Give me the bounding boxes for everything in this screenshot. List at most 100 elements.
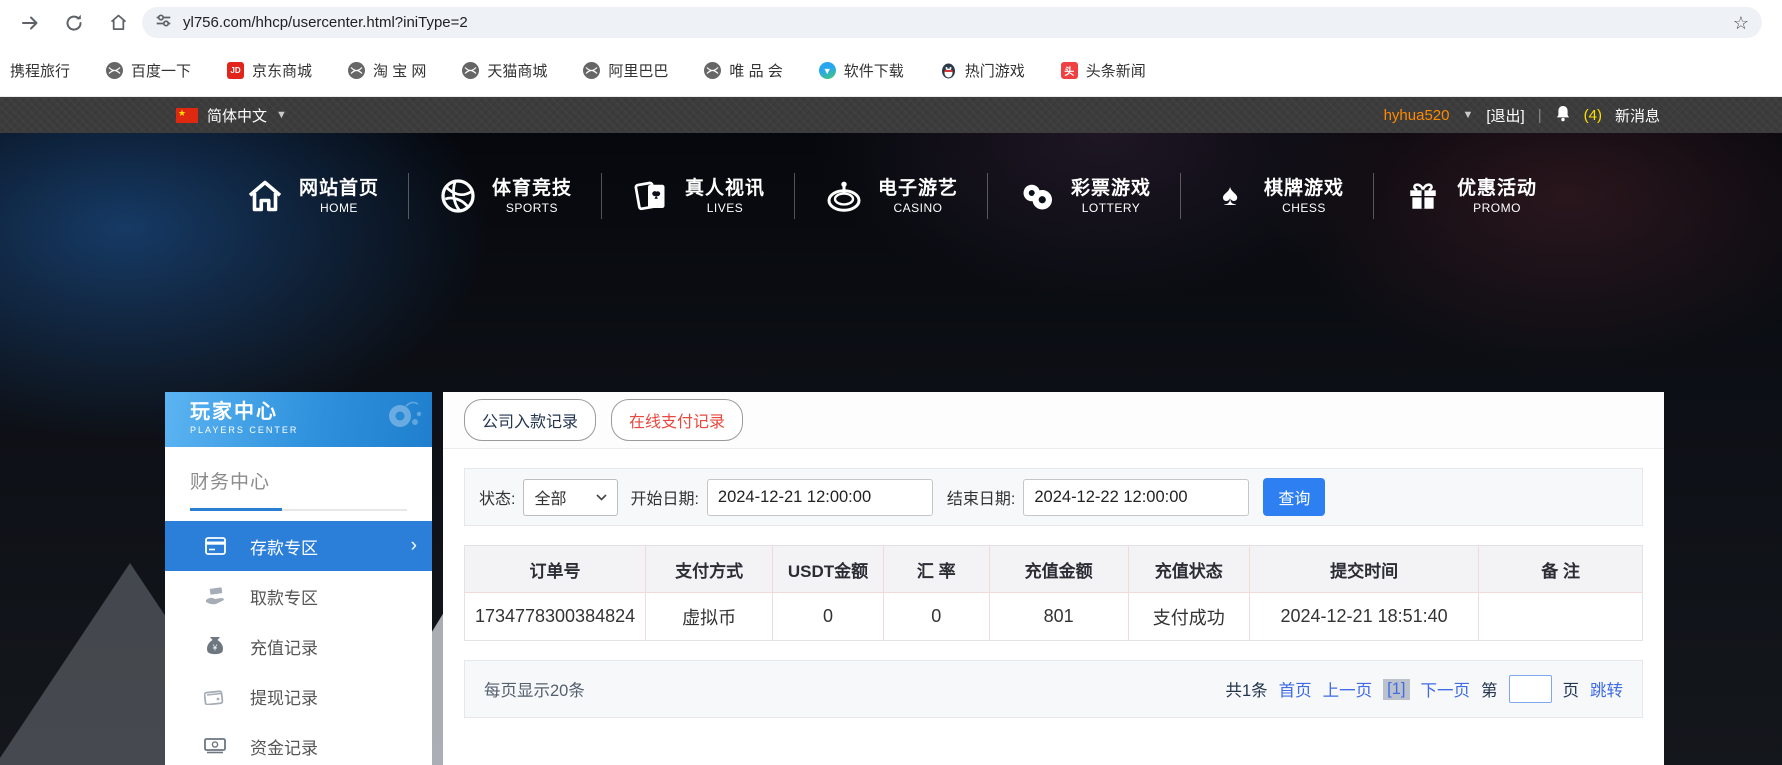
nav-label-zh: 网站首页 bbox=[298, 177, 379, 199]
china-flag-icon: ★ bbox=[176, 107, 198, 123]
col-order-no: 订单号 bbox=[529, 561, 581, 581]
bookmark-label: 百度一下 bbox=[131, 63, 192, 80]
bookmark-label: 京东商城 bbox=[252, 63, 313, 80]
col-recharge-amount: 充值金额 bbox=[988, 546, 1128, 592]
bookmark-label: 携程旅行 bbox=[10, 63, 71, 80]
message-count: (4) bbox=[1583, 106, 1602, 124]
sidebar-item-deposit[interactable]: 存款专区 › bbox=[165, 521, 432, 571]
nav-item-lives[interactable]: 真人视讯 LIVES bbox=[602, 177, 794, 216]
main-navigation: 网站首页 HOME 体育竞技 SPORTS 真人视讯 LIVES 电子游艺 CASINO… bbox=[0, 133, 1782, 259]
bookmark-item[interactable]: 热门游戏 bbox=[940, 60, 1025, 81]
bookmark-item[interactable]: 阿里巴巴 bbox=[583, 60, 668, 81]
jump-suffix: 页 bbox=[1562, 682, 1580, 700]
sidebar-item-withdraw[interactable]: 取款专区 bbox=[165, 571, 432, 621]
language-selector[interactable]: ★ 简体中文 ▼ bbox=[176, 105, 287, 126]
gift-icon bbox=[1403, 179, 1443, 213]
gamepad-icon bbox=[360, 398, 424, 447]
username[interactable]: hyhua520 bbox=[1384, 107, 1450, 124]
tab-online-payment-records[interactable]: 在线支付记录 bbox=[611, 399, 744, 441]
url-text[interactable]: yl756.com/hhcp/usercenter.html?iniType=2 bbox=[183, 14, 468, 31]
sidebar-item-funds-records[interactable]: 资金记录 bbox=[165, 721, 432, 765]
start-date-input[interactable] bbox=[706, 478, 933, 516]
bookmark-item[interactable]: 唯 品 会 bbox=[704, 60, 783, 81]
bookmark-item[interactable]: 头头条新闻 bbox=[1060, 60, 1146, 81]
nav-label-en: CASINO bbox=[893, 200, 943, 215]
bookmark-label: 唯 品 会 bbox=[729, 63, 783, 80]
bookmark-item[interactable]: 淘 宝 网 bbox=[348, 60, 426, 81]
nav-item-lottery[interactable]: 彩票游戏 LOTTERY bbox=[988, 177, 1180, 216]
bookmark-item[interactable]: 携程旅行 bbox=[10, 60, 70, 81]
bookmark-label: 头条新闻 bbox=[1085, 63, 1146, 80]
nav-item-casino[interactable]: 电子游艺 CASINO bbox=[795, 177, 987, 216]
table-row: 1734778300384824 虚拟币 0 0 801 支付成功 2024-1… bbox=[465, 592, 1642, 640]
site-settings-icon[interactable] bbox=[155, 12, 172, 34]
sidebar-section-title: 财务中心 bbox=[190, 472, 271, 493]
withdraw-hand-icon bbox=[204, 587, 226, 605]
address-bar[interactable]: yl756.com/hhcp/usercenter.html?iniType=2… bbox=[142, 7, 1762, 38]
nav-item-sports[interactable]: 体育竞技 SPORTS bbox=[409, 177, 601, 216]
end-date-input[interactable] bbox=[1023, 478, 1250, 516]
status-selected-value: 全部 bbox=[534, 491, 567, 508]
sidebar-item-label: 提现记录 bbox=[250, 688, 318, 708]
pagination-bar: 每页显示20条 共1条 首页 上一页 [1] 下一页 第 页 跳转 bbox=[464, 660, 1643, 718]
nav-item-chess[interactable]: ♠ 棋牌游戏 CHESS bbox=[1181, 177, 1373, 216]
bookmark-star-icon[interactable]: ☆ bbox=[1733, 14, 1749, 32]
language-label: 简体中文 bbox=[207, 107, 268, 125]
bell-icon[interactable] bbox=[1555, 105, 1571, 126]
nav-label-zh: 体育竞技 bbox=[491, 177, 572, 199]
nav-item-promo[interactable]: 优惠活动 PROMO bbox=[1374, 177, 1566, 216]
bookmark-item[interactable]: 百度一下 bbox=[106, 60, 191, 81]
status-select[interactable]: 全部 bbox=[523, 478, 619, 516]
first-page-link[interactable]: 首页 bbox=[1279, 677, 1312, 701]
query-button[interactable]: 查询 bbox=[1263, 478, 1326, 516]
reload-icon[interactable] bbox=[64, 13, 84, 33]
jump-prefix: 第 bbox=[1481, 682, 1498, 700]
bookmark-label: 天猫商城 bbox=[487, 63, 548, 80]
prev-page-link[interactable]: 上一页 bbox=[1323, 677, 1373, 701]
bookmark-item[interactable]: ▼ 软件下载 bbox=[818, 60, 904, 81]
sidebar-item-label: 取款专区 bbox=[250, 588, 318, 608]
bookmarks-bar: 携程旅行 百度一下 JD 京东商城 淘 宝 网 天猫商城 阿里巴巴 唯 品 会 ▼… bbox=[0, 45, 1782, 97]
records-table: 订单号 支付方式 USDT金额 汇 率 充值金额 充值状态 提交时间 备 注 1… bbox=[464, 545, 1643, 641]
bookmark-label: 软件下载 bbox=[843, 63, 904, 80]
software-download-icon: ▼ bbox=[818, 62, 836, 79]
divider: | bbox=[1537, 106, 1542, 124]
next-page-link[interactable]: 下一页 bbox=[1421, 677, 1471, 701]
nav-label-en: PROMO bbox=[1473, 200, 1521, 215]
globe-icon bbox=[348, 62, 366, 79]
bookmark-item[interactable]: JD 京东商城 bbox=[227, 60, 312, 81]
cell-usdt-amount: 0 bbox=[772, 593, 883, 640]
bookmark-label: 热门游戏 bbox=[964, 63, 1025, 80]
col-rate: 汇 率 bbox=[882, 546, 989, 592]
toutiao-icon: 头 bbox=[1060, 62, 1078, 79]
jump-link[interactable]: 跳转 bbox=[1590, 677, 1623, 701]
bookmark-label: 阿里巴巴 bbox=[608, 63, 669, 80]
penguin-icon bbox=[940, 62, 957, 79]
logout-link[interactable]: [退出] bbox=[1486, 105, 1524, 126]
nav-label-en: CHESS bbox=[1282, 200, 1326, 215]
globe-icon bbox=[106, 62, 124, 79]
banknote-icon bbox=[204, 738, 226, 754]
tab-company-deposit-records[interactable]: 公司入款记录 bbox=[464, 399, 597, 441]
page-number-input[interactable] bbox=[1508, 675, 1552, 703]
col-usdt-amount: USDT金额 bbox=[772, 546, 883, 592]
home-button-icon[interactable] bbox=[108, 12, 129, 33]
current-page[interactable]: [1] bbox=[1383, 678, 1410, 700]
nav-item-home[interactable]: 网站首页 HOME bbox=[216, 177, 408, 216]
record-tabs: 公司入款记录 在线支付记录 bbox=[443, 392, 1664, 449]
home-icon bbox=[245, 179, 285, 213]
col-pay-method: 支付方式 bbox=[645, 546, 772, 592]
money-bag-icon: ¥ bbox=[204, 636, 226, 656]
message-label[interactable]: 新消息 bbox=[1615, 105, 1660, 126]
start-date-label: 开始日期: bbox=[630, 491, 699, 508]
sports-ball-icon bbox=[438, 178, 478, 214]
spade-icon: ♠ bbox=[1222, 179, 1238, 212]
cards-icon bbox=[631, 178, 671, 214]
sidebar-item-recharge-records[interactable]: ¥ 充值记录 bbox=[165, 621, 432, 671]
table-header-row: 订单号 支付方式 USDT金额 汇 率 充值金额 充值状态 提交时间 备 注 bbox=[465, 546, 1642, 592]
nav-label-en: LOTTERY bbox=[1081, 200, 1141, 215]
sidebar-item-withdrawal-records[interactable]: 提现记录 bbox=[165, 671, 432, 721]
sidebar-menu: 存款专区 › 取款专区 ¥ 充值记录 提现记录 资金记录 bbox=[165, 521, 432, 765]
forward-icon[interactable] bbox=[20, 13, 40, 33]
bookmark-item[interactable]: 天猫商城 bbox=[462, 60, 547, 81]
